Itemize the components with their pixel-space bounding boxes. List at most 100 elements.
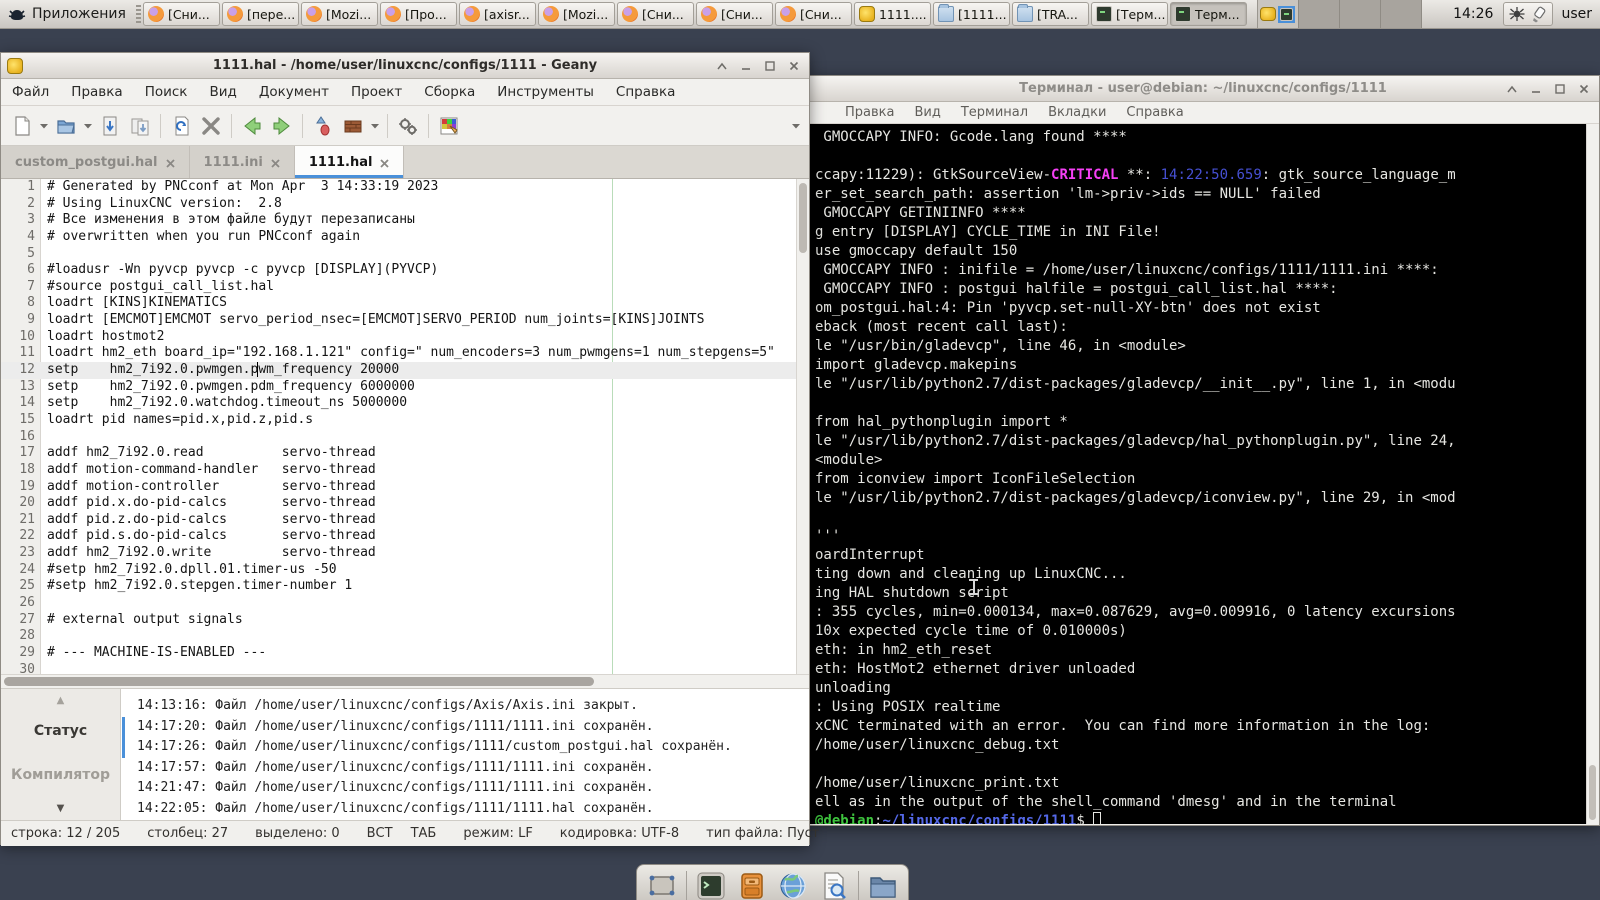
terminal-menu-item[interactable]: Терминал [951,102,1038,123]
geany-menu-item[interactable]: Вид [198,79,247,105]
dock-file-manager-icon[interactable] [735,869,769,900]
firefox-icon [384,6,401,22]
taskbar-window-button[interactable]: [axisr... [458,2,536,26]
dock-terminal-icon[interactable] [694,869,728,900]
toolbar-overflow-dropdown-icon[interactable] [789,111,803,141]
dropdown-arrow-icon[interactable] [368,111,382,141]
terminal-scrollbar-thumb[interactable] [1589,765,1596,820]
geany-menu-item[interactable]: Справка [605,79,686,105]
close-button[interactable] [1575,81,1593,97]
maximize-button[interactable] [761,58,779,74]
tab-status[interactable]: Статус [1,723,120,739]
taskbar-window-button[interactable]: [пере... [221,2,299,26]
geany-menu-item[interactable]: Проект [340,79,413,105]
toolbar-separator [387,113,388,138]
workspace-1[interactable] [1257,0,1299,28]
terminal-menu-item[interactable]: Правка [835,102,904,123]
close-button[interactable] [785,58,803,74]
taskbar-window-button[interactable]: Терм... [1169,2,1247,26]
workspace-2[interactable] [1298,0,1340,28]
taskbar-window-button[interactable]: [1111... [932,2,1010,26]
editor-tab-1111.ini[interactable]: 1111.ini [189,146,295,178]
save-all-icon[interactable] [125,111,155,141]
terminal-line: 10x expected cycle time of 0.010000s) [815,623,1127,639]
dropdown-arrow-icon[interactable] [81,111,95,141]
tab-close-icon[interactable] [165,153,175,172]
terminal-titlebar[interactable]: Терминал - user@debian: ~/linuxcnc/confi… [807,76,1599,102]
taskbar-window-button[interactable]: [Mozi... [300,2,378,26]
maximize-button[interactable] [1551,81,1569,97]
dropdown-arrow-icon[interactable] [37,111,51,141]
color-chooser-icon[interactable] [434,111,464,141]
editor-line: 11 loadrt hm2_eth board_ip="192.168.1.121… [19,345,775,361]
geany-titlebar[interactable]: 1111.hal - /home/user/linuxcnc/configs/1… [1,53,809,79]
terminal-output[interactable]: GMOCCAPY INFO: Gcode.lang found **** ccap… [808,124,1586,824]
shade-button[interactable] [713,58,731,74]
build-icon[interactable] [338,111,368,141]
editor-tab-custom_postgui.hal[interactable]: custom_postgui.hal [1,146,190,178]
save-file-icon[interactable] [95,111,125,141]
taskbar-window-button[interactable]: [Сни... [142,2,220,26]
geany-menu-item[interactable]: Сборка [413,79,486,105]
status-message-list[interactable]: 14:13:16: Файл /home/user/linuxcnc/confi… [121,689,809,820]
status-message-row[interactable]: 14:17:57: Файл /home/user/linuxcnc/confi… [121,758,809,779]
workspace-4[interactable] [1380,0,1422,28]
editor-vscroll-thumb[interactable] [799,183,807,253]
terminal-menu-item[interactable]: Вкладки [1038,102,1116,123]
revert-file-icon[interactable] [166,111,196,141]
compile-icon[interactable] [308,111,338,141]
shade-button[interactable] [1503,81,1521,97]
tab-compiler[interactable]: Компилятор [1,767,120,783]
sidebar-scroll-up-icon[interactable]: ▲ [1,695,120,706]
terminal-scrollbar[interactable] [1586,124,1598,824]
status-message-row[interactable]: 14:17:20: Файл /home/user/linuxcnc/confi… [121,717,809,738]
taskbar-button-label: [TRA... [1036,6,1078,22]
taskbar-window-button[interactable]: [Про... [379,2,457,26]
taskbar-window-button[interactable]: [Сни... [695,2,773,26]
minimize-button[interactable] [1527,81,1545,97]
geany-menu-item[interactable]: Документ [248,79,340,105]
dock-web-browser-icon[interactable] [776,869,810,900]
status-message-row[interactable]: 14:13:16: Файл /home/user/linuxcnc/confi… [121,696,809,717]
status-message-row[interactable]: 14:22:05: Файл /home/user/linuxcnc/confi… [121,799,809,820]
terminal-menu-item[interactable]: Справка [1116,102,1193,123]
nav-back-icon[interactable] [237,111,267,141]
terminal-line: le "/usr/lib/python2.7/dist-packages/gla… [815,490,1456,506]
geany-menu-item[interactable]: Файл [1,79,60,105]
workspace-3[interactable] [1339,0,1381,28]
taskbar-window-button[interactable]: [Сни... [616,2,694,26]
open-file-icon[interactable] [51,111,81,141]
editor-tab-1111.hal[interactable]: 1111.hal [294,146,405,178]
taskbar-window-button[interactable]: [TRA... [1011,2,1089,26]
close-file-icon[interactable] [196,111,226,141]
code-editor[interactable]: 1 # Generated by PNCconf at Mon Apr 3 14:… [1,179,809,674]
dock-file-folder-icon[interactable] [866,869,900,900]
sidebar-scroll-down-icon[interactable]: ▼ [1,803,120,814]
geany-menu-item[interactable]: Поиск [134,79,199,105]
usb-eject-icon[interactable] [1530,5,1548,23]
tab-close-icon[interactable] [380,153,390,172]
geany-menu-item[interactable]: Правка [60,79,133,105]
editor-vertical-scrollbar[interactable] [796,179,809,674]
dock-show-desktop-icon[interactable] [645,869,679,900]
window-button-list: [Сни... [пере... [Mozi... [Про... [axisr... [… [142,0,1247,28]
run-icon[interactable] [393,111,423,141]
new-file-icon[interactable] [7,111,37,141]
dock-search-icon[interactable] [817,869,851,900]
tab-close-icon[interactable] [271,153,280,172]
taskbar-window-button[interactable]: 1111.... [853,2,931,26]
editor-hscroll-thumb[interactable] [4,677,594,686]
nav-forward-icon[interactable] [267,111,297,141]
drweb-spider-icon[interactable] [1508,5,1526,23]
geany-menu-item[interactable]: Инструменты [486,79,605,105]
terminal-menu-item[interactable]: Вид [904,102,950,123]
taskbar-window-button[interactable]: [Сни... [774,2,852,26]
status-message-row[interactable]: 14:21:47: Файл /home/user/linuxcnc/confi… [121,778,809,799]
taskbar-window-button[interactable]: [Терм... [1090,2,1168,26]
taskbar-window-button[interactable]: [Mozi... [537,2,615,26]
minimize-button[interactable] [737,58,755,74]
editor-horizontal-scrollbar[interactable] [1,674,809,688]
status-message-row[interactable]: 14:17:26: Файл /home/user/linuxcnc/confi… [121,737,809,758]
applications-menu-button[interactable]: Приложения [0,0,134,28]
